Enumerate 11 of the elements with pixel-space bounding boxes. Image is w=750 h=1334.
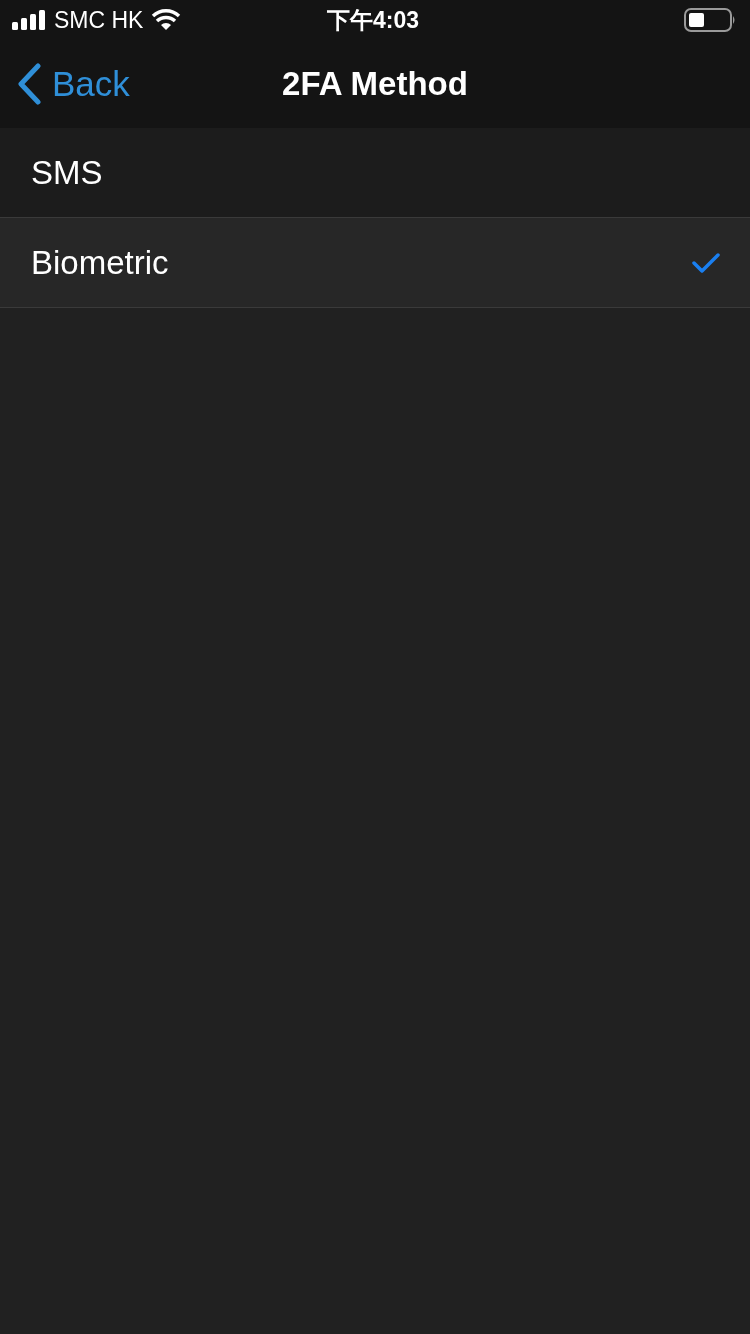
carrier-name: SMC HK — [54, 5, 144, 35]
option-row[interactable]: SMS — [0, 128, 750, 218]
back-button[interactable]: Back — [0, 57, 130, 111]
signal-icon — [12, 10, 46, 30]
screen-title: 2FA Method — [282, 64, 468, 105]
option-row[interactable]: Biometric — [0, 218, 750, 308]
battery-icon — [684, 8, 736, 32]
back-chevron-icon — [16, 63, 42, 105]
checkmark-icon — [692, 251, 720, 274]
clock-time: 下午4:03 — [327, 5, 420, 35]
wifi-icon — [151, 9, 182, 31]
